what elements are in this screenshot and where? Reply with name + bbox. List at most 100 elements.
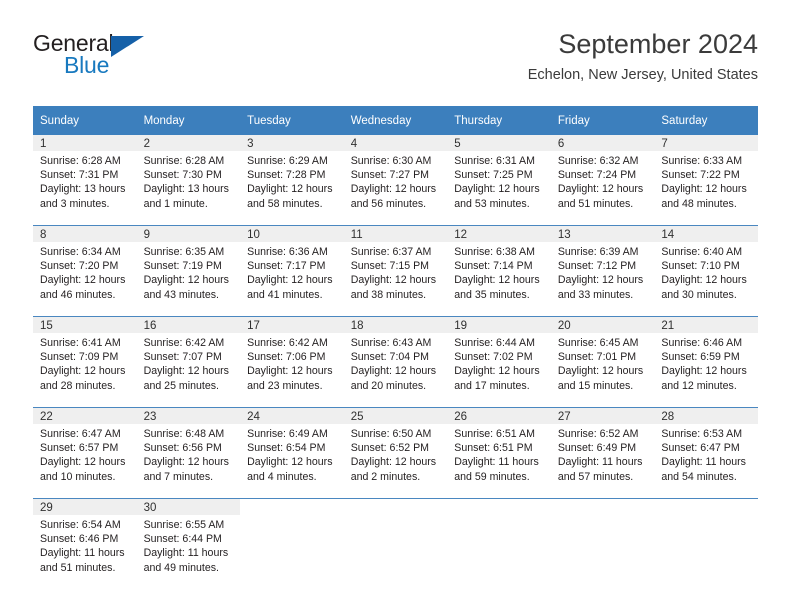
day-number: 1 [33,135,137,151]
day-cell[interactable]: 8 Sunrise: 6:34 AM Sunset: 7:20 PM Daylight… [33,225,137,317]
daylight-text-line1: Daylight: 11 hours [557,456,643,469]
day-number: 29 [33,499,137,515]
weekday-header-wednesday: Wednesday [343,106,448,135]
day-number: 15 [33,317,137,333]
day-cell[interactable]: 12 Sunrise: 6:38 AM Sunset: 7:14 PM Dayligh… [447,225,551,317]
day-cell[interactable]: 24 Sunrise: 6:49 AM Sunset: 6:54 PM Dayligh… [240,407,344,499]
sunrise-text: Sunrise: 6:32 AM [557,155,639,167]
daylight-text-line1: Daylight: 12 hours [661,183,747,196]
day-cell[interactable]: 28 Sunrise: 6:53 AM Sunset: 6:47 PM Dayligh… [654,407,758,499]
daylight-text-line1: Daylight: 12 hours [557,183,644,196]
day-number: 21 [654,317,758,333]
daylight-text-line2: and 23 minutes. [247,379,323,392]
day-cell[interactable]: 9 Sunrise: 6:35 AM Sunset: 7:19 PM Daylight… [136,225,241,317]
sunset-text: Sunset: 7:04 PM [350,351,430,364]
day-cell[interactable]: 13 Sunrise: 6:39 AM Sunset: 7:12 PM Dayligh… [550,225,655,317]
daylight-text-line1: Daylight: 13 hours [40,183,126,196]
day-number: 16 [136,317,241,333]
sunrise-text: Sunrise: 6:48 AM [143,428,225,440]
day-cell[interactable]: 10 Sunrise: 6:36 AM Sunset: 7:17 PM Dayligh… [240,225,344,317]
day-number: 24 [240,408,344,424]
sunset-text: Sunset: 7:10 PM [661,260,740,273]
daylight-text-line1: Daylight: 12 hours [40,365,126,378]
daylight-text-line2: and 2 minutes. [350,470,421,483]
day-cell[interactable]: 21 Sunrise: 6:46 AM Sunset: 6:59 PM Dayligh… [654,316,758,408]
day-cell[interactable]: 25 Sunrise: 6:50 AM Sunset: 6:52 PM Dayligh… [343,407,448,499]
day-cell[interactable]: 5 Sunrise: 6:31 AM Sunset: 7:25 PM Daylight… [447,135,551,226]
sunset-text: Sunset: 7:22 PM [661,169,740,182]
day-cell[interactable]: 20 Sunrise: 6:45 AM Sunset: 7:01 PM Dayligh… [550,316,655,408]
day-number: 10 [240,226,344,242]
sunset-text: Sunset: 7:06 PM [247,351,326,364]
day-number: 20 [550,317,655,333]
sunrise-text: Sunrise: 6:39 AM [557,246,639,258]
day-cell-empty [343,498,448,589]
title-block: September 2024 Echelon, New Jersey, Unit… [528,28,758,84]
sunrise-text: Sunrise: 6:42 AM [247,337,328,349]
day-cell[interactable]: 6 Sunrise: 6:32 AM Sunset: 7:24 PM Daylight… [550,135,655,226]
daylight-text-line1: Daylight: 12 hours [454,274,540,287]
day-number: 22 [33,408,137,424]
day-cell[interactable]: 14 Sunrise: 6:40 AM Sunset: 7:10 PM Dayligh… [654,225,758,317]
day-number: 25 [343,408,448,424]
daylight-text-line2: and 41 minutes. [247,288,323,301]
weekday-header-monday: Monday [136,106,241,135]
sunset-text: Sunset: 7:02 PM [454,351,533,364]
sunset-text: Sunset: 6:56 PM [143,442,222,455]
daylight-text-line2: and 43 minutes. [143,288,219,301]
day-cell[interactable]: 22 Sunrise: 6:47 AM Sunset: 6:57 PM Dayligh… [33,407,137,499]
day-cell[interactable]: 15 Sunrise: 6:41 AM Sunset: 7:09 PM Dayligh… [33,316,137,408]
sunrise-text: Sunrise: 6:31 AM [454,155,535,167]
day-number: 9 [136,226,241,242]
daylight-text-line1: Daylight: 12 hours [247,365,333,378]
triangle-logo-mark-icon [111,36,144,57]
day-number: 14 [654,226,758,242]
sunset-text: Sunset: 6:54 PM [247,442,326,455]
daylight-text-line1: Daylight: 12 hours [350,365,437,378]
sunset-text: Sunset: 7:24 PM [557,169,637,182]
daylight-text-line1: Daylight: 12 hours [247,274,333,287]
day-cell[interactable]: 17 Sunrise: 6:42 AM Sunset: 7:06 PM Dayligh… [240,316,344,408]
day-cell[interactable]: 23 Sunrise: 6:48 AM Sunset: 6:56 PM Dayligh… [136,407,241,499]
day-cell[interactable]: 29 Sunrise: 6:54 AM Sunset: 6:46 PM Dayligh… [33,498,137,589]
day-number: 27 [550,408,655,424]
sunset-text: Sunset: 6:52 PM [350,442,430,455]
sunset-text: Sunset: 7:07 PM [143,351,222,364]
daylight-text-line2: and 58 minutes. [247,197,323,210]
weekday-header-tuesday: Tuesday [240,106,344,135]
day-cell[interactable]: 16 Sunrise: 6:42 AM Sunset: 7:07 PM Dayligh… [136,316,241,408]
day-number [447,499,551,515]
general-blue-logo[interactable]: General Blue [33,30,253,92]
sunset-text: Sunset: 6:47 PM [661,442,740,455]
week-row: 29 Sunrise: 6:54 AM Sunset: 6:46 PM Dayligh… [33,498,758,589]
daylight-text-line1: Daylight: 12 hours [661,365,747,378]
daylight-text-line1: Daylight: 11 hours [661,456,746,469]
day-cell[interactable]: 1 Sunrise: 6:28 AM Sunset: 7:31 PM Daylight… [33,135,137,226]
daylight-text-line2: and 1 minute. [143,197,208,210]
sunset-text: Sunset: 6:59 PM [661,351,740,364]
sunset-text: Sunset: 7:27 PM [350,169,430,182]
day-cell[interactable]: 27 Sunrise: 6:52 AM Sunset: 6:49 PM Dayligh… [550,407,655,499]
day-cell[interactable]: 4 Sunrise: 6:30 AM Sunset: 7:27 PM Daylight… [343,135,448,226]
daylight-text-line2: and 56 minutes. [350,197,427,210]
day-cell[interactable]: 2 Sunrise: 6:28 AM Sunset: 7:30 PM Daylight… [136,135,241,226]
daylight-text-line2: and 10 minutes. [40,470,116,483]
daylight-text-line2: and 7 minutes. [143,470,214,483]
day-cell[interactable]: 7 Sunrise: 6:33 AM Sunset: 7:22 PM Daylight… [654,135,758,226]
sunrise-text: Sunrise: 6:52 AM [557,428,639,440]
daylight-text-line1: Daylight: 12 hours [350,183,437,196]
logo-text-blue: Blue [64,52,110,78]
day-number: 2 [136,135,241,151]
day-cell[interactable]: 18 Sunrise: 6:43 AM Sunset: 7:04 PM Dayligh… [343,316,448,408]
day-cell[interactable]: 19 Sunrise: 6:44 AM Sunset: 7:02 PM Dayligh… [447,316,551,408]
sunset-text: Sunset: 7:12 PM [557,260,637,273]
daylight-text-line2: and 51 minutes. [40,561,116,574]
day-cell[interactable]: 11 Sunrise: 6:37 AM Sunset: 7:15 PM Dayligh… [343,225,448,317]
day-cell-empty [447,498,551,589]
day-number: 17 [240,317,344,333]
day-cell[interactable]: 30 Sunrise: 6:55 AM Sunset: 6:44 PM Dayligh… [136,498,241,589]
day-number: 11 [343,226,448,242]
day-cell[interactable]: 26 Sunrise: 6:51 AM Sunset: 6:51 PM Dayligh… [447,407,551,499]
page-title: September 2024 [558,29,758,59]
day-cell[interactable]: 3 Sunrise: 6:29 AM Sunset: 7:28 PM Daylight… [240,135,344,226]
